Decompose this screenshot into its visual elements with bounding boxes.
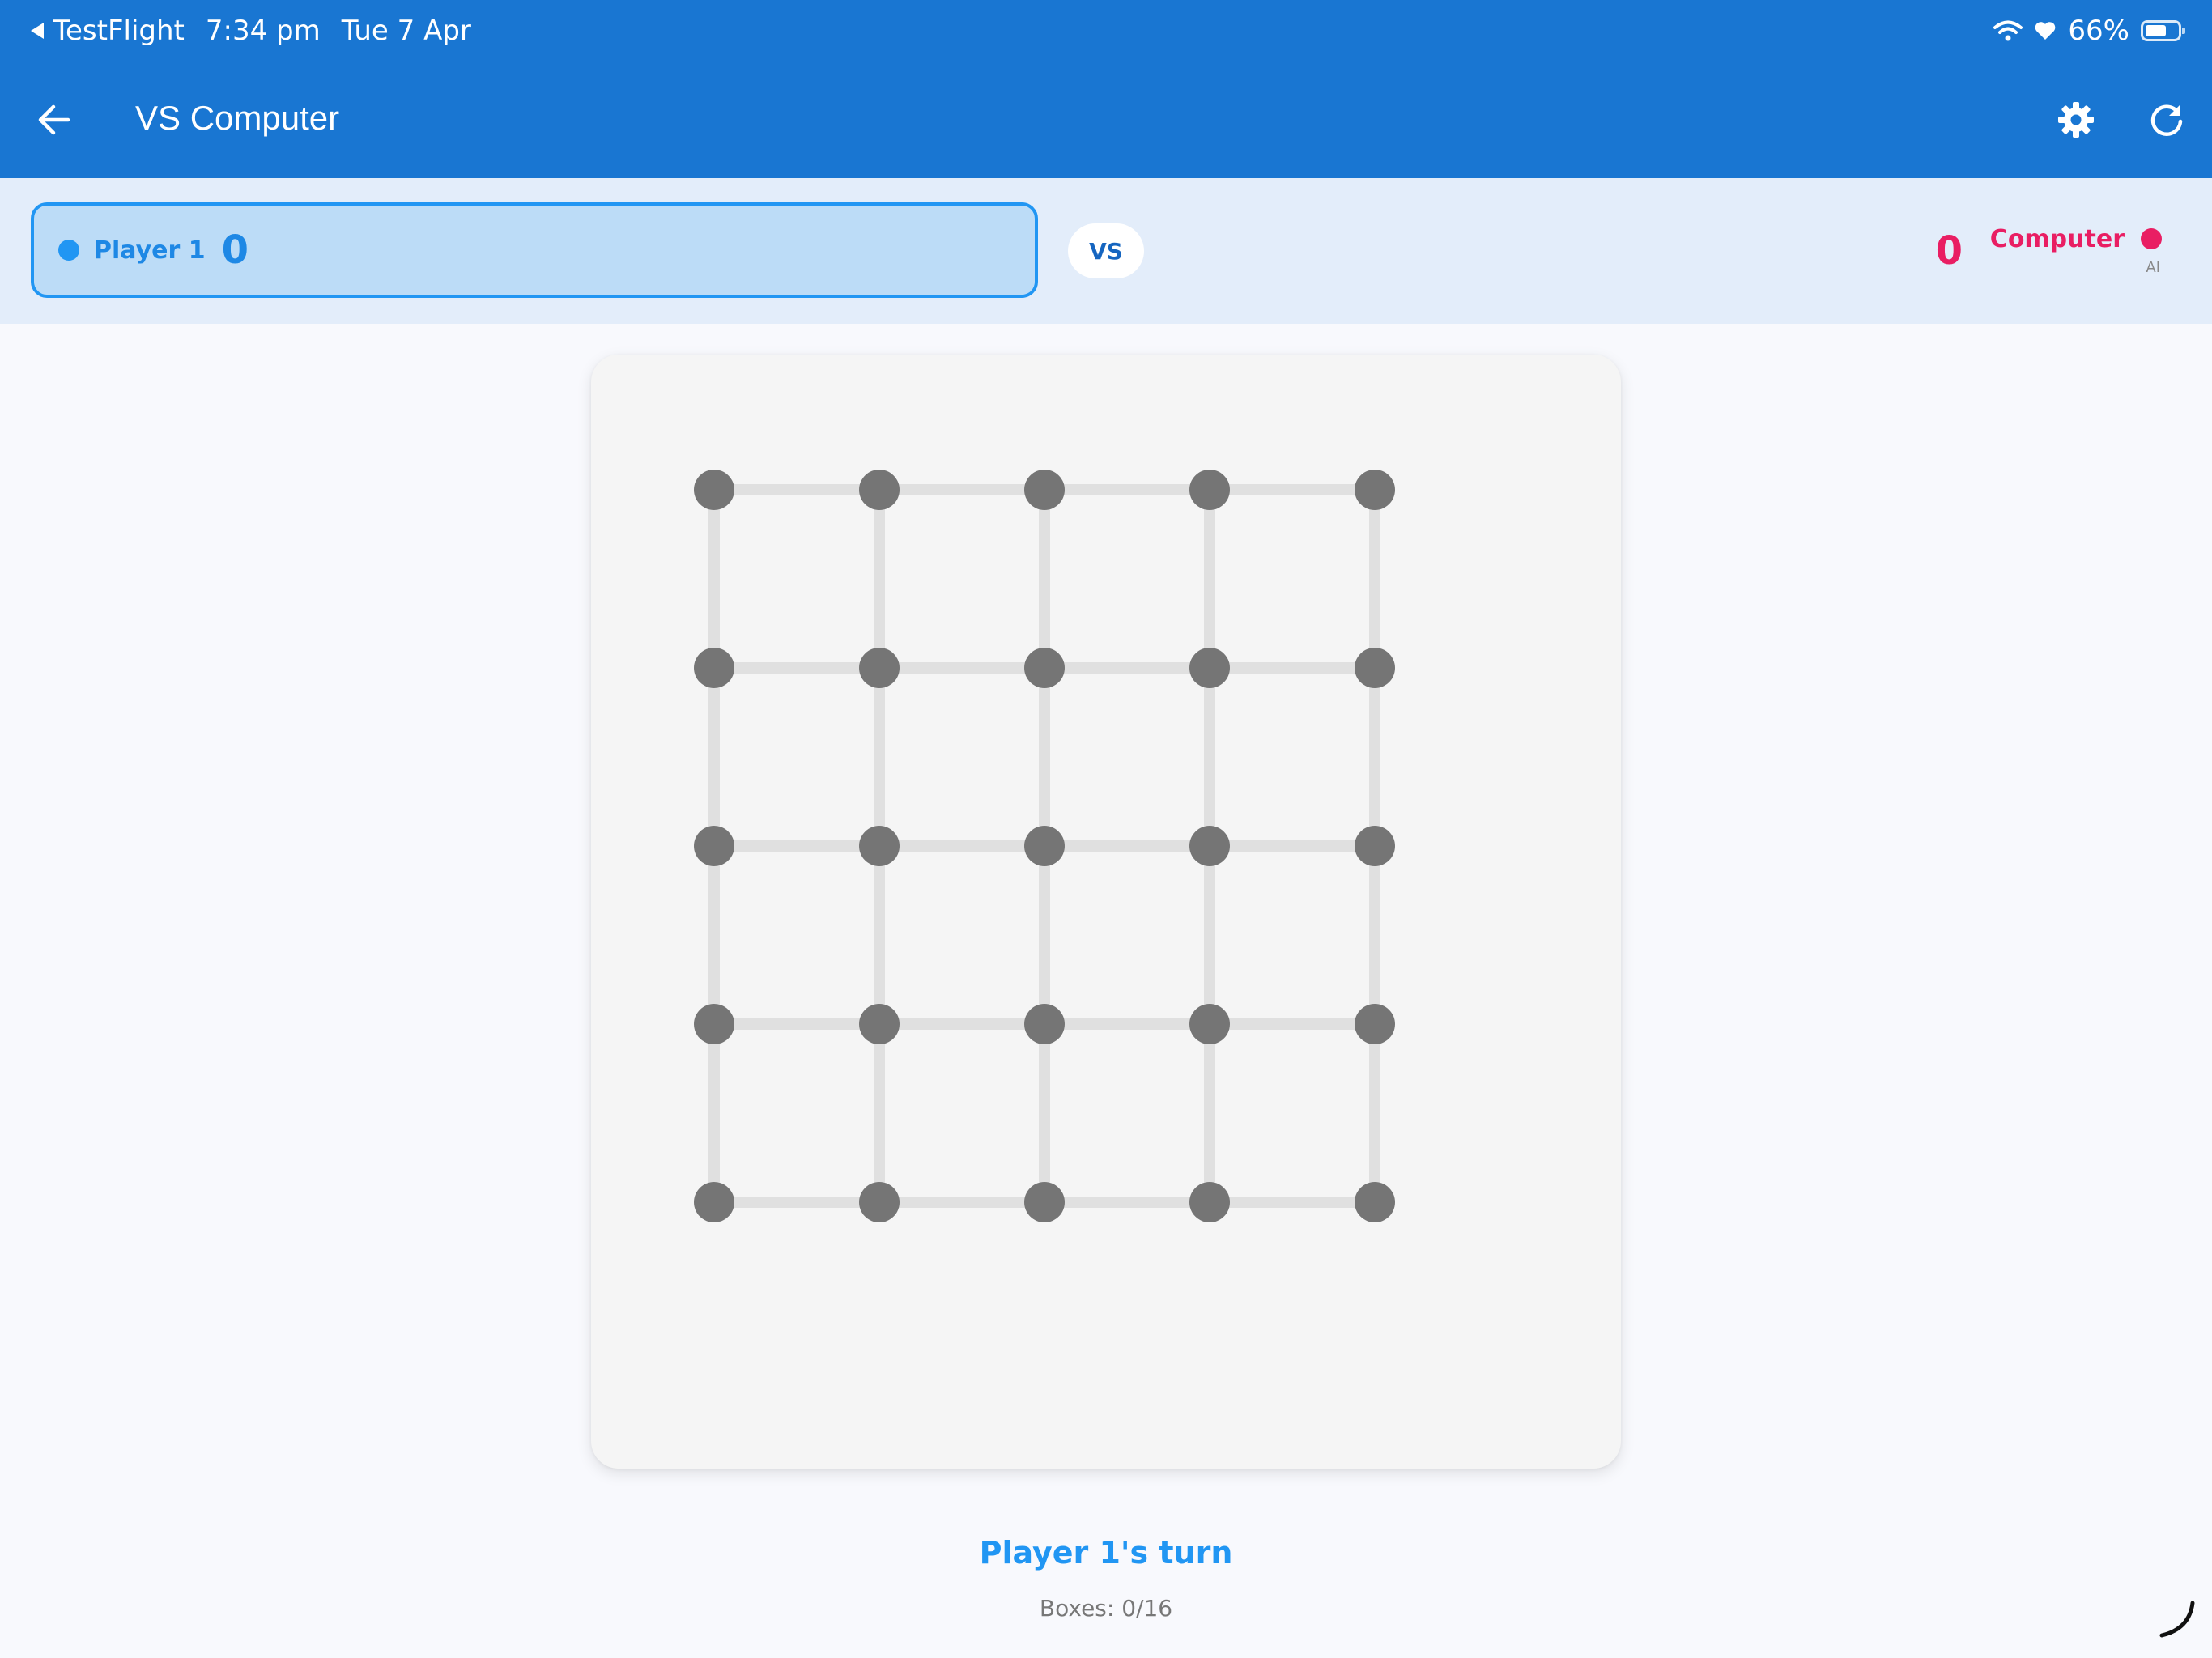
grid-dot [1189, 470, 1230, 510]
status-right: 66% [1993, 15, 2185, 47]
settings-button[interactable] [2050, 94, 2102, 146]
grid-dot [1355, 648, 1395, 688]
grid-dot [1024, 470, 1065, 510]
grid-dot [1189, 1182, 1230, 1222]
game-board [591, 355, 1621, 1469]
boxes-count: Boxes: 0/16 [1039, 1595, 1173, 1622]
grid-dot [1189, 826, 1230, 866]
computer-score-card: 0 Computer AI [1919, 220, 2162, 285]
back-triangle-icon [31, 23, 44, 39]
grid-dot [1355, 470, 1395, 510]
grid-dot [859, 470, 900, 510]
player1-score: 0 [221, 227, 249, 273]
heart-icon [2035, 22, 2056, 40]
grid-dot [1024, 1182, 1065, 1222]
grid-dot [694, 1182, 734, 1222]
gear-icon [2058, 102, 2094, 138]
status-left: TestFlight 7:34 pm Tue 7 Apr [29, 15, 471, 47]
arrow-left-icon [38, 104, 70, 135]
home-indicator-icon [2159, 1601, 2195, 1638]
back-app-label: TestFlight [53, 15, 185, 47]
grid-dot [1355, 1004, 1395, 1044]
restart-button[interactable] [2141, 94, 2193, 146]
computer-score: 0 [1935, 228, 1963, 274]
board-grid [694, 470, 1395, 1222]
grid-dot [1189, 648, 1230, 688]
grid-dot [1189, 1004, 1230, 1044]
computer-name: Computer [1989, 225, 2125, 253]
vs-badge: VS [1068, 223, 1144, 278]
back-button[interactable] [28, 94, 79, 146]
status-date: Tue 7 Apr [341, 15, 471, 47]
grid-dot [859, 1004, 900, 1044]
page-title: VS Computer [135, 99, 340, 137]
status-time: 7:34 pm [205, 15, 321, 47]
grid-dot [1024, 826, 1065, 866]
computer-color-dot [2141, 228, 2162, 249]
app-bar: VS Computer [0, 65, 2212, 178]
wifi-icon [1993, 20, 2023, 41]
player1-score-card: Player 1 0 [31, 202, 1038, 298]
turn-indicator: Player 1's turn [979, 1535, 1233, 1571]
refresh-icon [2150, 104, 2183, 136]
computer-subtitle: AI [2146, 259, 2160, 276]
player1-name: Player 1 [94, 236, 206, 265]
grid-dot [694, 1004, 734, 1044]
grid-dot [1355, 1182, 1395, 1222]
status-bar: TestFlight 7:34 pm Tue 7 Apr 66% [0, 0, 2212, 65]
grid-dot [859, 1182, 900, 1222]
grid-dot [1024, 1004, 1065, 1044]
player1-color-dot [58, 240, 79, 261]
score-bar: Player 1 0 VS 0 Computer AI [0, 178, 2212, 324]
battery-percent: 66% [2068, 15, 2129, 47]
back-to-app-link[interactable]: TestFlight [29, 15, 185, 47]
battery-icon [2141, 20, 2185, 41]
grid-dot [694, 648, 734, 688]
grid-dot [1024, 648, 1065, 688]
grid-dot [859, 648, 900, 688]
grid-dot [694, 826, 734, 866]
grid-dot [694, 470, 734, 510]
grid-dot [859, 826, 900, 866]
grid-dot [1355, 826, 1395, 866]
